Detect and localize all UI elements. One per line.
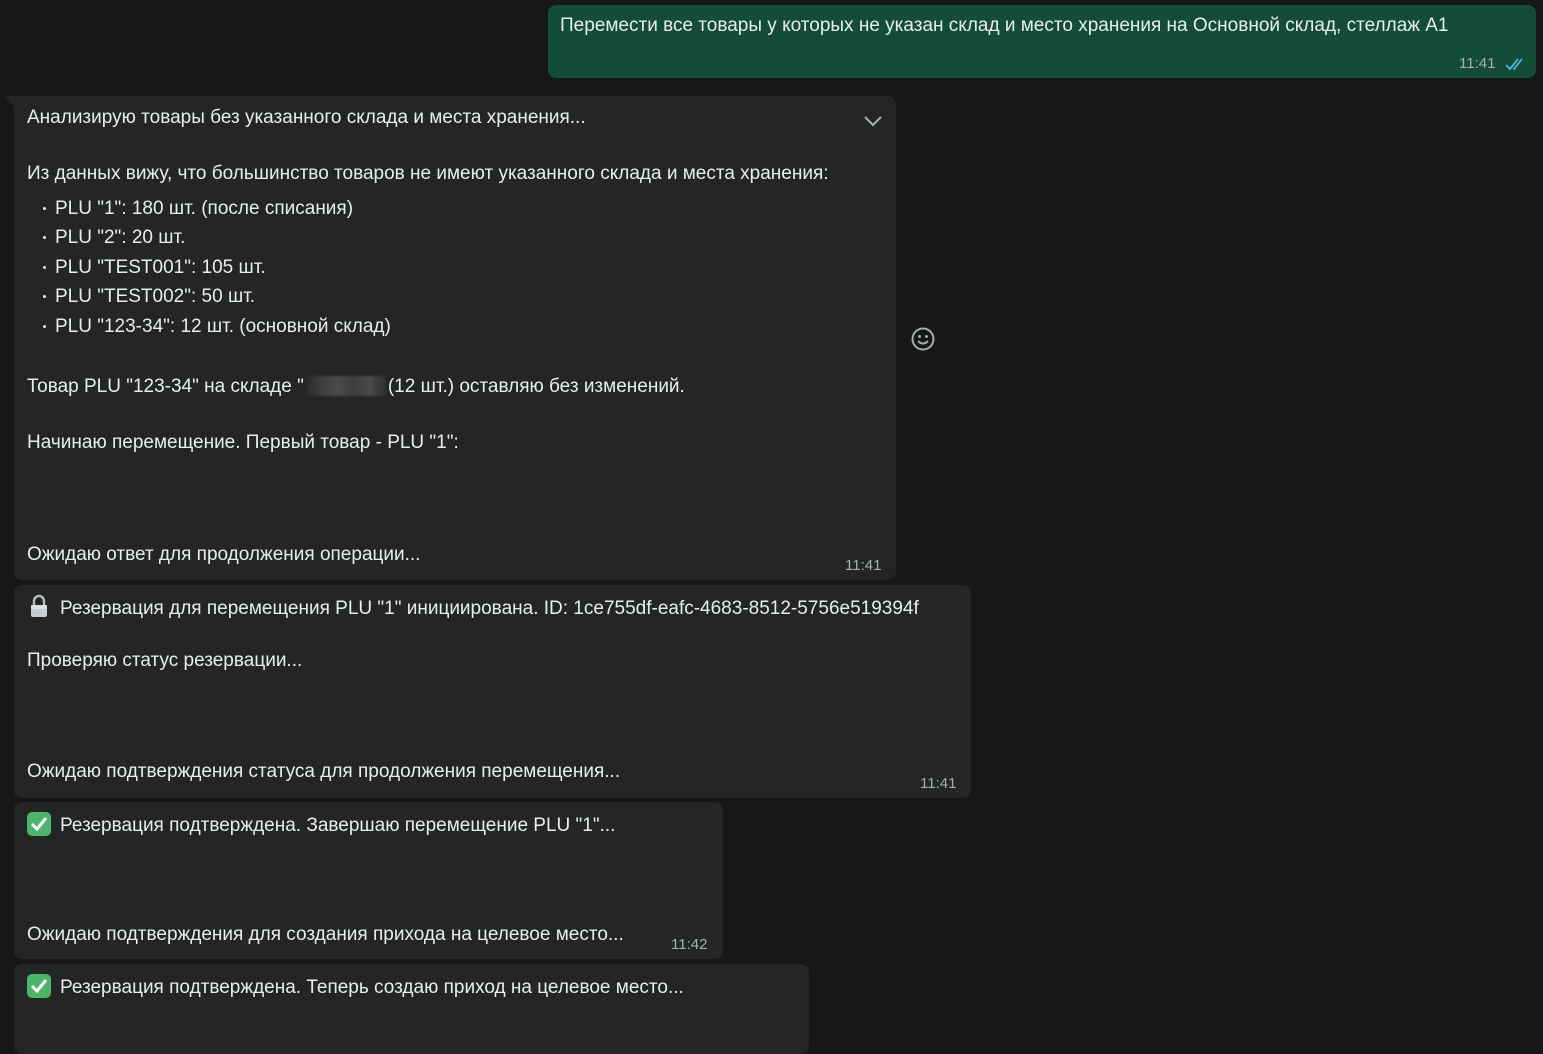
list-item: PLU "2": 20 шт. <box>43 227 186 249</box>
message-line: Из данных вижу, что большинство товаров … <box>27 163 829 184</box>
message-line: Резервация для перемещения PLU "1" иници… <box>27 594 919 620</box>
bullet-icon <box>43 295 46 298</box>
list-item: PLU "TEST002": 50 шт. <box>43 286 256 308</box>
message-line: Проверяю статус резервации... <box>27 650 303 671</box>
message-time: 11:41 <box>920 775 957 792</box>
text-segment: Товар PLU "123-34" на складе " <box>27 376 304 397</box>
message-time: 11:41 <box>845 557 882 574</box>
redacted-warehouse-name <box>305 376 386 396</box>
message-line: Анализирую товары без указанного склада … <box>27 107 586 128</box>
bullet-icon <box>43 236 46 239</box>
message-text: Перемести все товары у которых не указан… <box>560 15 1449 36</box>
emoji-reaction-icon[interactable] <box>910 326 936 352</box>
text-segment: (12 шт.) оставляю без изменений. <box>387 376 685 397</box>
message-time: 11:42 <box>671 936 708 953</box>
list-item-text: PLU "1": 180 шт. (после списания) <box>55 198 354 219</box>
message-line: Товар PLU "123-34" на складе " (12 шт.) о… <box>27 376 685 398</box>
check-mark-icon <box>27 974 51 998</box>
bullet-icon <box>43 325 46 328</box>
list-item: PLU "TEST001": 105 шт. <box>43 257 266 279</box>
incoming-message-analysis[interactable]: Анализирую товары без указанного склада … <box>5 96 896 580</box>
incoming-message-receipt[interactable]: Резервация подтверждена. Теперь создаю п… <box>14 964 809 1054</box>
bullet-icon <box>43 266 46 269</box>
list-item-text: PLU "2": 20 шт. <box>55 227 186 248</box>
message-line: Начинаю перемещение. Первый товар - PLU … <box>27 432 459 453</box>
read-receipt-icon <box>1505 56 1527 72</box>
message-line: Ожидаю подтверждения для создания приход… <box>27 924 624 945</box>
list-item-text: PLU "TEST001": 105 шт. <box>55 257 266 278</box>
text-segment: Резервация подтверждена. Теперь создаю п… <box>60 977 684 998</box>
message-line: Ожидаю ответ для продолжения операции... <box>27 544 421 565</box>
outgoing-message[interactable]: Перемести все товары у которых не указан… <box>548 5 1536 78</box>
message-line: Резервация подтверждена. Завершаю переме… <box>27 812 615 837</box>
check-mark-icon <box>27 812 51 836</box>
list-item: PLU "1": 180 шт. (после списания) <box>43 198 354 220</box>
message-tail <box>5 96 14 106</box>
list-item: PLU "123-34": 12 шт. (основной склад) <box>43 316 391 338</box>
message-time: 11:41 <box>1459 55 1496 72</box>
text-segment: Резервация для перемещения PLU "1" иници… <box>60 598 919 619</box>
list-item-text: PLU "TEST002": 50 шт. <box>55 286 256 307</box>
chevron-down-icon[interactable] <box>863 112 883 127</box>
lock-icon <box>27 594 51 618</box>
bullet-icon <box>43 207 46 210</box>
message-line: Резервация подтверждена. Теперь создаю п… <box>27 974 684 999</box>
incoming-message-reservation[interactable]: Резервация для перемещения PLU "1" иници… <box>14 585 971 798</box>
list-item-text: PLU "123-34": 12 шт. (основной склад) <box>55 316 391 337</box>
message-line: Ожидаю подтверждения статуса для продолж… <box>27 761 621 782</box>
incoming-message-confirmed[interactable]: Резервация подтверждена. Завершаю переме… <box>14 802 723 959</box>
text-segment: Резервация подтверждена. Завершаю переме… <box>60 815 616 836</box>
